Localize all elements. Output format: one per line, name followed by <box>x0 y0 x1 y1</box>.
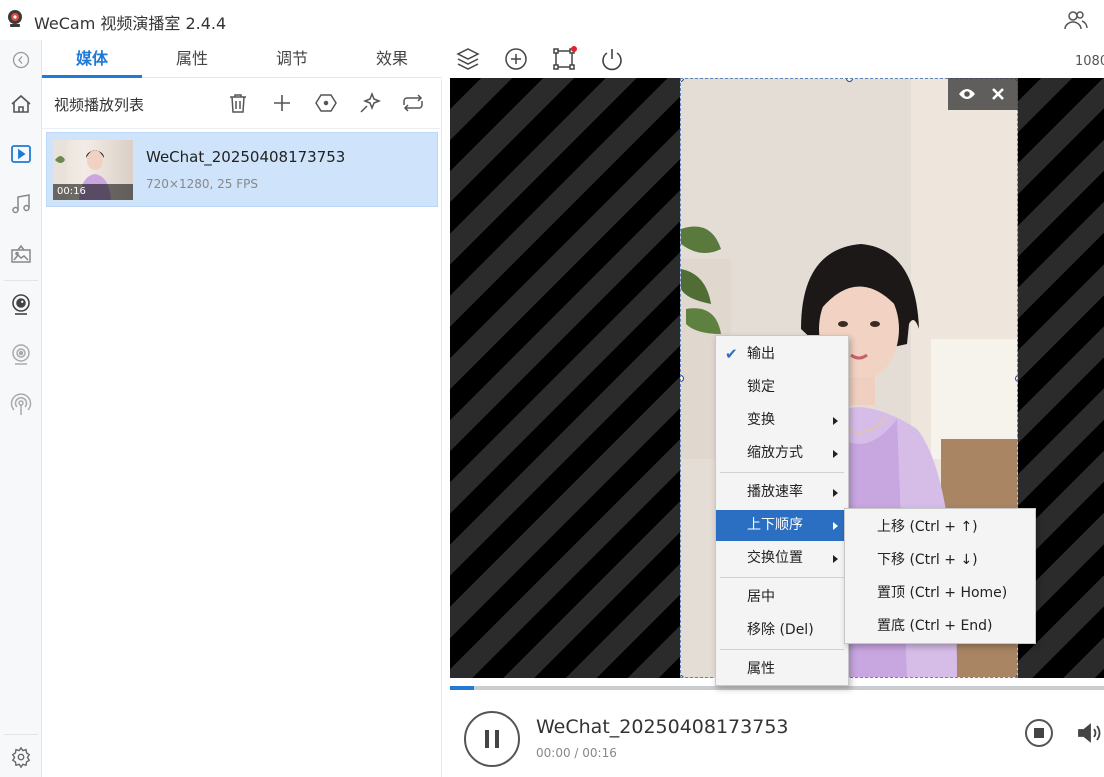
pause-icon <box>485 730 499 748</box>
users-icon[interactable] <box>1064 9 1088 31</box>
volume-icon[interactable] <box>1075 719 1103 747</box>
settings-gear-icon[interactable] <box>0 737 42 777</box>
playlist-header: 视频播放列表 <box>42 79 442 129</box>
menu-item-lock[interactable]: 锁定 <box>716 372 848 403</box>
media-panel: 视频播放列表 00:16 WeChat_20250408173753 720×1… <box>42 79 442 777</box>
submenu-bring-to-top[interactable]: 置顶 (Ctrl + Home) <box>845 577 1007 610</box>
tab-effects[interactable]: 效果 <box>342 40 442 78</box>
video-thumbnail: 00:16 <box>53 140 133 200</box>
trash-icon[interactable] <box>226 91 250 115</box>
canvas-toolbar: 1080 <box>443 40 1104 78</box>
image-icon[interactable] <box>0 234 42 274</box>
layers-icon[interactable] <box>455 46 481 72</box>
menu-item-swap-position[interactable]: 交换位置 <box>716 543 848 574</box>
playlist-title: 视频播放列表 <box>54 96 145 114</box>
app-title: WeCam 视频演播室 2.4.4 <box>34 14 227 33</box>
menu-item-remove[interactable]: 移除 (Del) <box>716 615 848 646</box>
sparkle-pin-icon[interactable] <box>358 91 382 115</box>
left-rail <box>0 40 42 777</box>
checkmark-icon: ✔ <box>725 345 738 363</box>
submenu-arrow-icon <box>833 522 838 530</box>
menu-item-z-order[interactable]: 上下顺序 <box>716 510 848 541</box>
layer-controls <box>948 78 1018 110</box>
broadcast-icon[interactable] <box>0 385 42 425</box>
title-bar: WeCam 视频演播室 2.4.4 <box>0 0 1104 40</box>
thumbnail-duration: 00:16 <box>53 184 133 200</box>
pause-button[interactable] <box>464 711 520 767</box>
loop-icon[interactable] <box>400 91 424 115</box>
submenu-move-down[interactable]: 下移 (Ctrl + ↓) <box>845 544 978 577</box>
submenu-arrow-icon <box>833 417 838 425</box>
resolution-label: 1080 <box>1075 54 1104 69</box>
power-icon[interactable] <box>599 46 625 72</box>
now-playing-title: WeChat_20250408173753 <box>536 716 789 738</box>
playlist-item-meta: 720×1280, 25 FPS <box>146 177 258 191</box>
visibility-eye-icon[interactable] <box>958 86 976 102</box>
tab-adjust[interactable]: 调节 <box>242 40 342 78</box>
stop-button[interactable] <box>1025 719 1053 747</box>
z-order-submenu: 上移 (Ctrl + ↑) 下移 (Ctrl + ↓) 置顶 (Ctrl + H… <box>844 508 1036 644</box>
menu-item-properties[interactable]: 属性 <box>716 654 848 685</box>
submenu-send-to-bottom[interactable]: 置底 (Ctrl + End) <box>845 610 993 643</box>
add-source-icon[interactable] <box>503 46 529 72</box>
menu-item-playback-rate[interactable]: 播放速率 <box>716 477 848 508</box>
music-note-icon[interactable] <box>0 184 42 224</box>
submenu-arrow-icon <box>833 555 838 563</box>
app-logo-icon <box>6 9 24 29</box>
hexagon-dot-icon[interactable] <box>314 91 338 115</box>
playlist-item[interactable]: 00:16 WeChat_20250408173753 720×1280, 25… <box>46 132 438 207</box>
menu-item-output[interactable]: ✔ 输出 <box>716 339 848 370</box>
webcam-icon[interactable] <box>0 285 42 325</box>
collapse-icon[interactable] <box>0 40 42 80</box>
playback-progress-fill <box>450 686 474 690</box>
home-icon[interactable] <box>0 84 42 124</box>
close-layer-icon[interactable] <box>991 87 1005 101</box>
transform-frame-icon[interactable] <box>551 46 577 72</box>
panel-tabs: 媒体 属性 调节 效果 <box>42 40 442 78</box>
tab-media[interactable]: 媒体 <box>42 40 142 78</box>
playlist-item-name: WeChat_20250408173753 <box>146 148 346 166</box>
video-play-icon[interactable] <box>0 134 42 174</box>
menu-item-transform[interactable]: 变换 <box>716 405 848 436</box>
submenu-arrow-icon <box>833 489 838 497</box>
add-icon[interactable] <box>270 91 294 115</box>
submenu-arrow-icon <box>833 450 838 458</box>
submenu-move-up[interactable]: 上移 (Ctrl + ↑) <box>845 511 978 544</box>
context-menu: ✔ 输出 锁定 变换 缩放方式 播放速率 上下顺序 交换位置 居中 移除 (Del… <box>715 335 849 686</box>
playback-progress-bar[interactable] <box>450 686 1104 690</box>
player-bar: WeChat_20250408173753 00:00 / 00:16 <box>443 692 1104 777</box>
tab-properties[interactable]: 属性 <box>142 40 242 78</box>
active-tab-indicator <box>42 75 142 78</box>
stop-icon <box>1034 728 1044 738</box>
playback-time: 00:00 / 00:16 <box>536 746 617 760</box>
menu-item-scale-mode[interactable]: 缩放方式 <box>716 438 848 469</box>
menu-item-center[interactable]: 居中 <box>716 582 848 613</box>
virtual-camera-icon[interactable] <box>0 335 42 375</box>
